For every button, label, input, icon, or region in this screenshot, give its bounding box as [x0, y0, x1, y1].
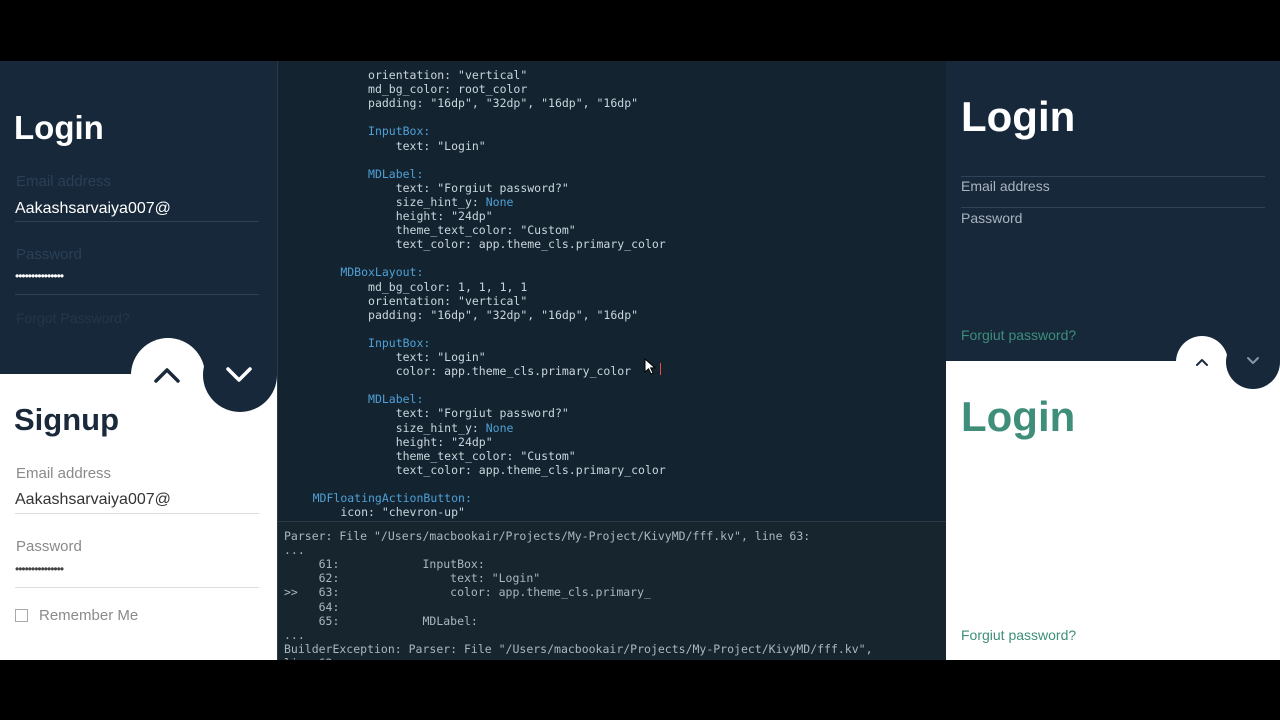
dark-forgot-password-link[interactable]: Forgiut password? [961, 327, 1076, 343]
code-line: MDLabel: [368, 392, 424, 407]
login-preview-window: Login Email address Password Forgiut pas… [946, 61, 1280, 660]
signup-password-label: Password [16, 538, 82, 555]
code-line: InputBox: [368, 335, 431, 350]
chevron-up-icon [154, 368, 180, 383]
signup-password-input[interactable]: ••••••••••••••• [15, 562, 64, 576]
code-line: InputBox: [368, 124, 431, 139]
remember-me-checkbox[interactable] [15, 609, 28, 622]
code-line: orientation: "vertical" [368, 68, 528, 82]
code-line: orientation: "vertical" [368, 293, 528, 308]
code-line: padding: "16dp", "32dp", "16dp", "16dp" [368, 307, 639, 322]
light-login-title: Login [961, 393, 1076, 440]
login-email-label: Email address [16, 173, 112, 190]
login-email-underline [15, 221, 259, 222]
code-line: height: "24dp" [395, 209, 493, 223]
fab-down-button[interactable] [1226, 335, 1280, 389]
error-console: Parser: File "/Users/macbookair/Projects… [278, 521, 946, 660]
code-line: text: "Forgiut password?" [395, 406, 569, 421]
chevron-down-icon [226, 367, 252, 382]
code-line: text_color: app.theme_cls.primary_color [395, 462, 666, 477]
console-line: ... [284, 543, 305, 558]
login-password-label: Password [16, 246, 82, 263]
fab-up-button[interactable] [1176, 336, 1228, 388]
fab-up-button[interactable] [131, 338, 205, 412]
signup-preview-window: Login Email address Aakashsarvaiya007@ P… [0, 61, 277, 660]
code-line: theme_text_color: "Custom" [395, 448, 576, 463]
code-line: MDLabel: [368, 166, 424, 181]
console-line: 61: InputBox: [284, 557, 485, 572]
signup-email-underline [15, 513, 259, 514]
dark-password-label[interactable]: Password [961, 210, 1022, 226]
console-line: 64: [284, 599, 340, 614]
code-line: MDFloatingActionButton: [312, 491, 472, 505]
console-line: Parser: File "/Users/macbookair/Projects… [284, 529, 811, 543]
fab-down-button[interactable] [203, 338, 277, 412]
console-line: ... [284, 627, 305, 642]
console-line: BuilderException: Parser: File "/Users/m… [284, 641, 873, 656]
code-line: theme_text_color: "Custom" [395, 223, 576, 238]
forgot-password-link[interactable]: Forgot Password? [16, 310, 130, 326]
dark-email-label[interactable]: Email address [961, 178, 1050, 194]
signup-email-label: Email address [16, 465, 112, 482]
code-line: text: "Forgiut password?" [395, 180, 569, 195]
code-line: text: "Login" [395, 138, 486, 153]
code-line: color: app.theme_cls.primary_color [395, 364, 632, 379]
console-line: 65: MDLabel: [284, 613, 478, 628]
code-line: md_bg_color: 1, 1, 1, 1 [368, 279, 528, 294]
code-line: md_bg_color: root_color [368, 82, 528, 97]
login-password-underline [15, 294, 259, 295]
signup-title: Signup [14, 402, 120, 437]
code-line: icon: "chevron-up" [340, 505, 465, 520]
console-line: line 63: [284, 656, 339, 660]
light-forgot-password-link[interactable]: Forgiut password? [961, 627, 1076, 643]
signup-email-input[interactable]: Aakashsarvaiya007@ [15, 491, 171, 509]
login-email-input[interactable]: Aakashsarvaiya007@ [15, 200, 171, 218]
dark-email-underline-top [961, 176, 1265, 177]
remember-me-label: Remember Me [39, 607, 139, 624]
code-line: height: "24dp" [395, 434, 493, 449]
console-line: 62: text: "Login" [284, 571, 541, 586]
login-password-input[interactable]: ••••••••••••••• [15, 269, 64, 283]
text-caret [660, 363, 661, 375]
login-title: Login [14, 109, 104, 146]
chevron-up-icon [1196, 359, 1208, 366]
signup-password-underline [15, 587, 259, 588]
kv-editor[interactable]: orientation: "vertical" md_bg_color: roo… [278, 61, 946, 521]
code-line: size_hint_y: None [395, 194, 514, 209]
code-editor-window: orientation: "vertical" md_bg_color: roo… [277, 61, 946, 660]
code-line: size_hint_y: None [395, 420, 514, 435]
code-line: text_color: app.theme_cls.primary_color [395, 237, 666, 252]
code-line: text: "Login" [395, 350, 486, 364]
console-line: >> 63: color: app.theme_cls.primary_ [284, 585, 651, 600]
code-line: MDBoxLayout: [340, 265, 424, 280]
dark-login-title: Login [961, 93, 1076, 140]
chevron-down-icon [1247, 357, 1259, 364]
dark-email-underline [961, 207, 1265, 208]
code-line: padding: "16dp", "32dp", "16dp", "16dp" [368, 96, 639, 111]
mouse-pointer-icon [644, 358, 657, 375]
